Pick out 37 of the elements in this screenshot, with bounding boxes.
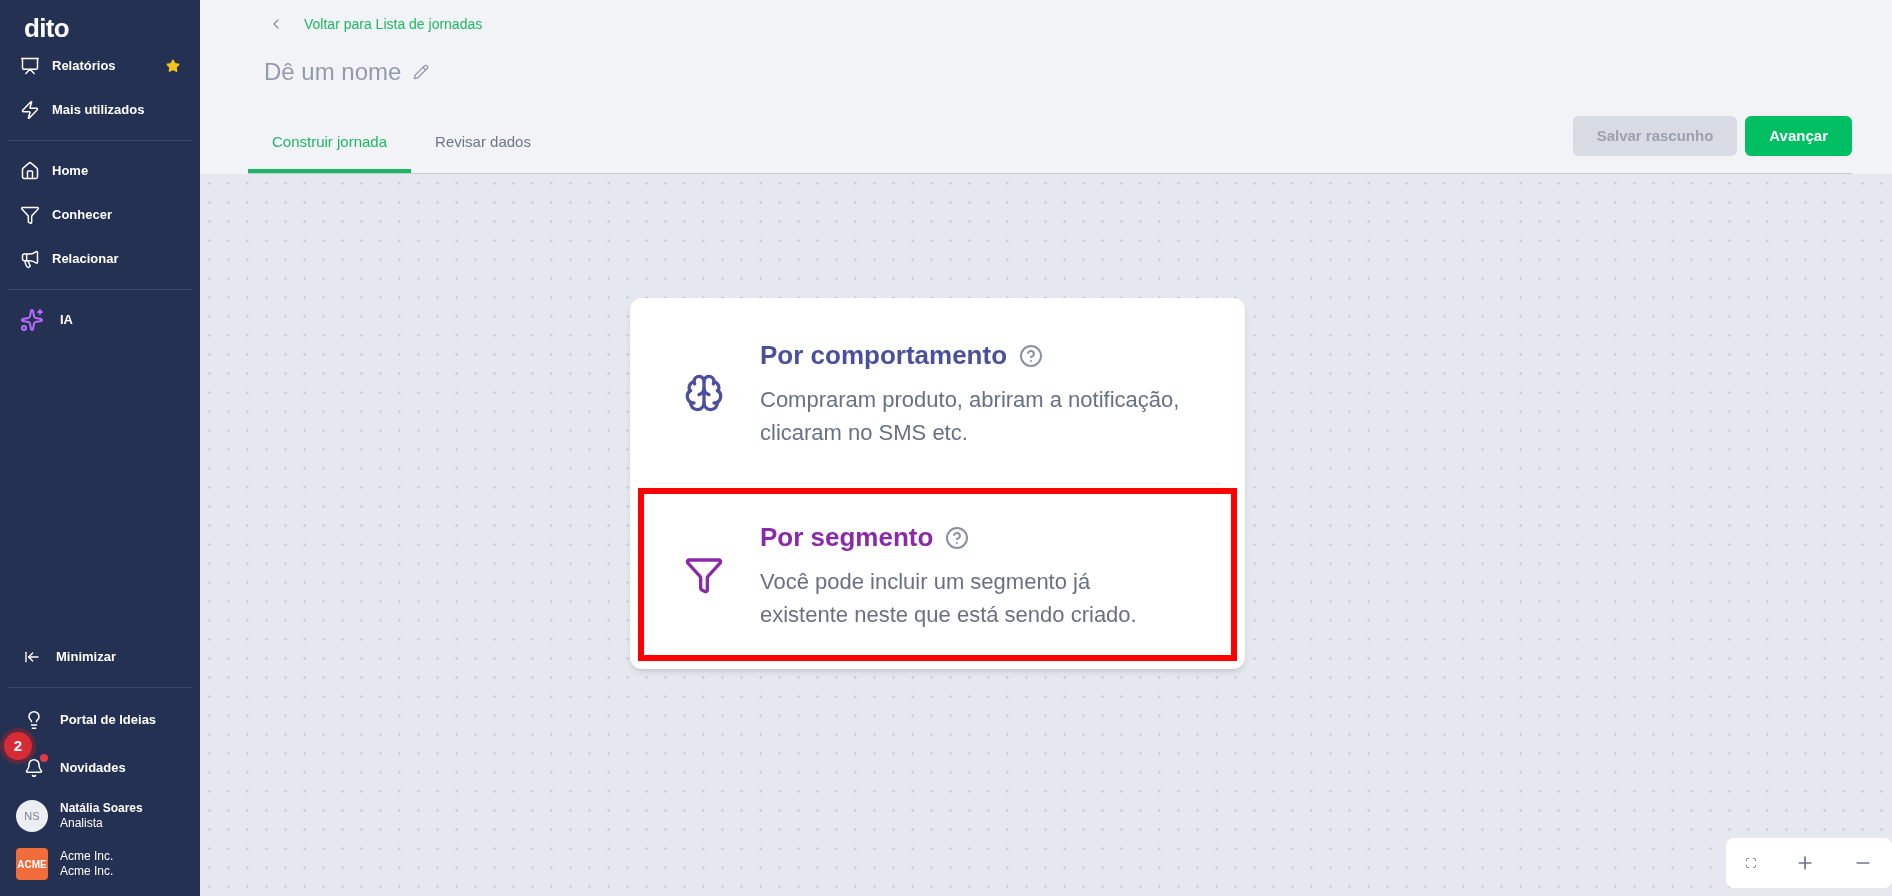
minimize-button[interactable]: Minimizar (56, 647, 116, 667)
collapse-icon (24, 649, 40, 665)
presentation-board-icon (20, 56, 40, 76)
option-description: Você pode incluir um segmento já existente neste que está sendo criado. (760, 568, 1138, 629)
tab[interactable]: Revisar dados (411, 115, 555, 173)
home-icon (20, 161, 40, 181)
option-item[interactable]: Por comportamento Compraram produto, abriram a notificação, clicaram no SMS etc. (638, 306, 1237, 479)
sidebar-item[interactable]: Home (52, 161, 89, 181)
sidebar-item[interactable]: Novidades (60, 758, 126, 778)
avatar[interactable]: NS (16, 800, 48, 832)
user-role: Analista (60, 816, 104, 831)
sidebar-item[interactable]: Relatórios (52, 56, 116, 76)
sidebar-item[interactable]: Conhecer (52, 205, 112, 225)
logo[interactable]: dito (24, 15, 70, 41)
company-subtitle: Acme Inc. (60, 864, 114, 879)
megaphone-icon (20, 249, 40, 269)
lightning-icon (20, 100, 40, 120)
funnel-icon (20, 205, 40, 225)
help-icon[interactable] (1019, 343, 1044, 368)
brain-icon (684, 372, 724, 413)
company-name: Acme Inc. (60, 849, 114, 864)
user-name: Natália Soares (60, 801, 143, 816)
option-description: Compraram produto, abriram a notificação, clicaram no SMS etc. (760, 386, 1180, 447)
pencil-icon[interactable] (413, 64, 430, 80)
sidebar-item[interactable]: Portal de Ideias (60, 710, 157, 730)
sidebar-item[interactable]: IA (60, 310, 73, 330)
sparkles-icon (20, 308, 44, 332)
bell-icon (24, 758, 44, 778)
option-item[interactable]: Por segmento Você pode incluir um segmento já existente neste que está sendo criado. (638, 488, 1237, 661)
count-badge: 2 (4, 732, 32, 760)
fit-view-icon[interactable] (1745, 857, 1757, 869)
sidebar-item[interactable]: Relacionar (52, 249, 119, 269)
help-icon[interactable] (945, 525, 970, 550)
sidebar-item[interactable]: Mais utilizados (52, 100, 145, 120)
option-title: Por segmento (760, 521, 934, 554)
option-title: Por comportamento (760, 339, 1008, 372)
star-icon[interactable] (166, 59, 180, 73)
